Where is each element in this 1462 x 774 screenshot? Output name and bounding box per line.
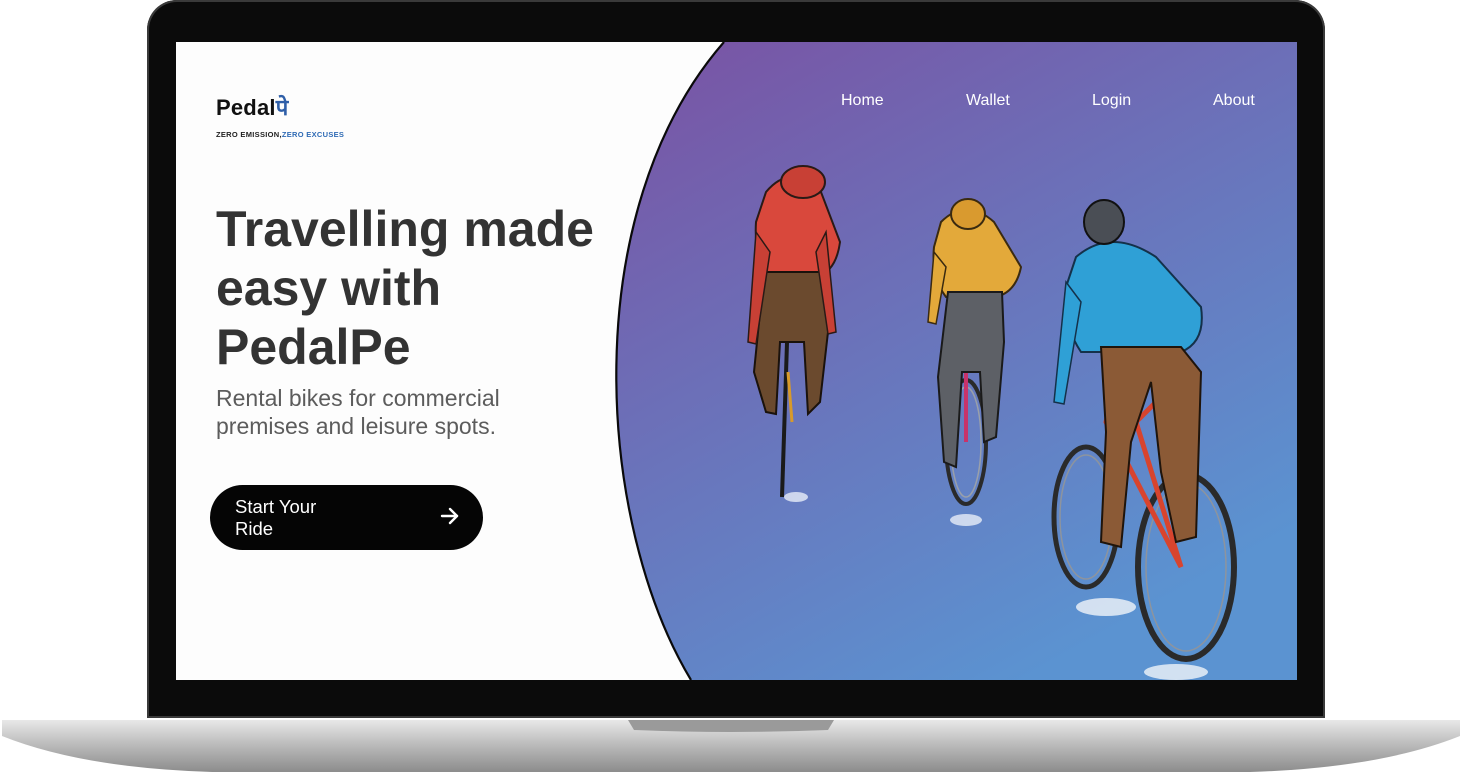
- tagline-part-2: ZERO EXCUSES: [281, 130, 345, 139]
- arrow-right-icon: [440, 507, 459, 525]
- hero-headline: Travelling made easy with PedalPe: [216, 201, 594, 375]
- cyclist-yellow-jacket: [927, 198, 1023, 526]
- brand-tagline: ZERO EMISSION,ZERO EXCUSES: [216, 130, 344, 139]
- start-ride-label: Start Your Ride: [235, 496, 317, 539]
- nav-about-link[interactable]: About: [1213, 92, 1255, 110]
- laptop-base: [2, 720, 1460, 772]
- cyclist-red-jacket: [747, 165, 842, 502]
- cyclist-blue-jacket: [1051, 199, 1237, 680]
- nav-wallet-link[interactable]: Wallet: [966, 92, 1010, 110]
- start-ride-button[interactable]: Start Your Ride: [210, 485, 483, 550]
- tagline-part-1: ZERO EMISSION,: [216, 130, 282, 139]
- top-navigation: Home Wallet Login About: [176, 92, 1297, 112]
- nav-home-link[interactable]: Home: [841, 92, 884, 110]
- laptop-mockup: Pedalपे ZERO EMISSION,ZERO EXCUSES Home …: [0, 0, 1462, 774]
- nav-login-link[interactable]: Login: [1092, 92, 1131, 110]
- website-screen: Pedalपे ZERO EMISSION,ZERO EXCUSES Home …: [176, 42, 1297, 680]
- hero-subtitle: Rental bikes for commercial premises and…: [216, 385, 500, 439]
